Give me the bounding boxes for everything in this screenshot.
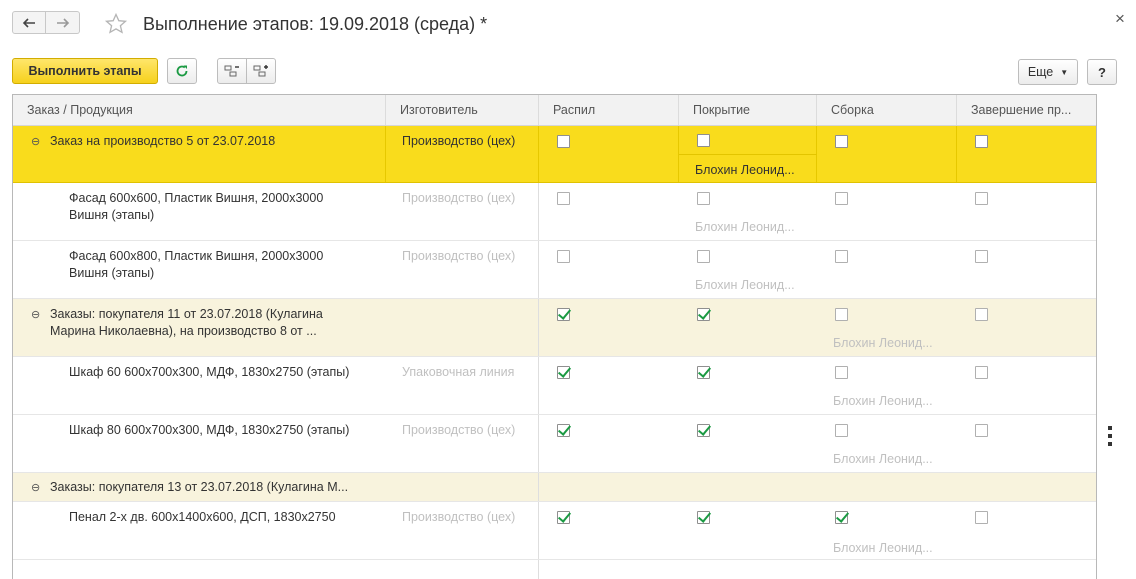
pokrytie-checkbox[interactable] bbox=[697, 250, 710, 263]
table-row[interactable]: Фасад 600х600, Пластик Вишня, 2000х3000 … bbox=[13, 183, 1096, 241]
pokrytie-checkbox[interactable] bbox=[697, 511, 710, 524]
raspil-checkbox[interactable] bbox=[557, 511, 570, 524]
product-cell: Шкаф 60 600х700х300, МДФ, 1830х2750 (эта… bbox=[69, 365, 350, 379]
raspil-checkbox[interactable] bbox=[557, 366, 570, 379]
maker-cell: Производство (цех) bbox=[402, 423, 516, 437]
star-icon bbox=[104, 12, 128, 34]
sborka-checkbox[interactable] bbox=[835, 250, 848, 263]
sborka-worker-text: Блохин Леонид... bbox=[833, 452, 933, 466]
run-stages-button[interactable]: Выполнить этапы bbox=[12, 58, 158, 84]
arrow-right-icon bbox=[56, 17, 69, 28]
arrow-left-icon bbox=[22, 17, 35, 28]
maker-cell: Производство (цех) bbox=[402, 510, 516, 524]
raspil-checkbox[interactable] bbox=[557, 308, 570, 321]
product-cell: Заказы: покупателя 13 от 23.07.2018 (Кул… bbox=[50, 480, 349, 494]
pokrytie-checkbox[interactable] bbox=[697, 134, 710, 147]
stages-table: Заказ / Продукция Изготовитель Распил По… bbox=[12, 94, 1097, 579]
column-header-maker[interactable]: Изготовитель bbox=[386, 95, 539, 125]
maker-cell: Производство (цех) bbox=[402, 249, 516, 263]
collapse-toggle-icon[interactable]: ⊖ bbox=[31, 309, 40, 321]
column-header-zavershenie[interactable]: Завершение пр... bbox=[957, 95, 1096, 125]
product-cell: Заказы: покупателя 11 от 23.07.2018 (Кул… bbox=[50, 307, 323, 338]
more-menu-button[interactable]: Еще ▼ bbox=[1018, 59, 1078, 85]
pokrytie-worker-text: Блохин Леонид... bbox=[695, 163, 795, 177]
table-row-selected[interactable]: ⊖ Заказ на производство 5 от 23.07.2018 … bbox=[13, 126, 1096, 183]
collapse-toggle-icon[interactable]: ⊖ bbox=[31, 136, 40, 148]
expand-all-button[interactable] bbox=[246, 58, 276, 84]
sborka-checkbox[interactable] bbox=[835, 366, 848, 379]
column-header-product[interactable]: Заказ / Продукция bbox=[13, 95, 386, 125]
table-row-group[interactable]: ⊖ Заказы: покупателя 13 от 23.07.2018 (К… bbox=[13, 473, 1096, 502]
table-header: Заказ / Продукция Изготовитель Распил По… bbox=[13, 95, 1096, 126]
table-row[interactable]: Шкаф 80 600х700х300, МДФ, 1830х2750 (эта… bbox=[13, 415, 1096, 473]
sborka-checkbox[interactable] bbox=[835, 308, 848, 321]
expand-tree-icon bbox=[253, 65, 268, 77]
maker-cell: Производство (цех) bbox=[402, 191, 516, 205]
sborka-worker-text: Блохин Леонид... bbox=[833, 541, 933, 555]
collapse-tree-icon bbox=[224, 65, 239, 77]
sborka-checkbox[interactable] bbox=[835, 424, 848, 437]
zavershenie-checkbox[interactable] bbox=[975, 424, 988, 437]
product-cell: Заказ на производство 5 от 23.07.2018 bbox=[50, 134, 276, 148]
sborka-worker-text: Блохин Леонид... bbox=[833, 394, 933, 408]
zavershenie-checkbox[interactable] bbox=[975, 511, 988, 524]
zavershenie-checkbox[interactable] bbox=[975, 192, 988, 205]
pokrytie-checkbox[interactable] bbox=[697, 308, 710, 321]
raspil-checkbox[interactable] bbox=[557, 192, 570, 205]
refresh-button[interactable] bbox=[167, 58, 197, 84]
pokrytie-worker-text: Блохин Леонид... bbox=[695, 278, 795, 292]
sborka-worker-text: Блохин Леонид... bbox=[833, 336, 933, 350]
raspil-checkbox[interactable] bbox=[557, 250, 570, 263]
back-button[interactable] bbox=[12, 11, 46, 34]
zavershenie-checkbox[interactable] bbox=[975, 308, 988, 321]
close-icon[interactable]: × bbox=[1110, 9, 1130, 29]
zavershenie-checkbox[interactable] bbox=[975, 250, 988, 263]
table-row[interactable]: Фасад 600х800, Пластик Вишня, 2000х3000 … bbox=[13, 241, 1096, 299]
column-header-pokrytie[interactable]: Покрытие bbox=[679, 95, 817, 125]
column-header-sborka[interactable]: Сборка bbox=[817, 95, 957, 125]
maker-cell: Упаковочная линия bbox=[402, 365, 515, 379]
resize-handle-icon[interactable] bbox=[1108, 426, 1114, 452]
window-title: Выполнение этапов: 19.09.2018 (среда) * bbox=[143, 14, 488, 34]
product-cell: Фасад 600х800, Пластик Вишня, 2000х3000 … bbox=[69, 249, 324, 280]
sborka-checkbox[interactable] bbox=[835, 511, 848, 524]
raspil-checkbox[interactable] bbox=[557, 424, 570, 437]
favorite-star-button[interactable] bbox=[104, 12, 128, 36]
sborka-checkbox[interactable] bbox=[835, 192, 848, 205]
collapse-toggle-icon[interactable]: ⊖ bbox=[31, 482, 40, 494]
table-row-group[interactable]: ⊖ Заказы: покупателя 11 от 23.07.2018 (К… bbox=[13, 299, 1096, 357]
raspil-checkbox[interactable] bbox=[557, 135, 570, 148]
help-button[interactable]: ? bbox=[1087, 59, 1117, 85]
column-header-raspil[interactable]: Распил bbox=[539, 95, 679, 125]
table-empty-area bbox=[13, 560, 1096, 579]
chevron-down-icon: ▼ bbox=[1060, 67, 1069, 77]
pokrytie-worker-text: Блохин Леонид... bbox=[695, 220, 795, 234]
product-cell: Фасад 600х600, Пластик Вишня, 2000х3000 … bbox=[69, 191, 324, 222]
table-row[interactable]: Шкаф 60 600х700х300, МДФ, 1830х2750 (эта… bbox=[13, 357, 1096, 415]
collapse-all-button[interactable] bbox=[217, 58, 247, 84]
pokrytie-checkbox[interactable] bbox=[697, 366, 710, 379]
zavershenie-checkbox[interactable] bbox=[975, 135, 988, 148]
zavershenie-checkbox[interactable] bbox=[975, 366, 988, 379]
product-cell: Шкаф 80 600х700х300, МДФ, 1830х2750 (эта… bbox=[69, 423, 350, 437]
refresh-icon bbox=[176, 65, 188, 77]
maker-cell: Производство (цех) bbox=[402, 134, 516, 148]
pokrytie-checkbox[interactable] bbox=[697, 192, 710, 205]
more-label: Еще bbox=[1027, 65, 1054, 79]
pokrytie-checkbox[interactable] bbox=[697, 424, 710, 437]
forward-button[interactable] bbox=[46, 11, 80, 34]
product-cell: Пенал 2-х дв. 600х1400х600, ДСП, 1830х27… bbox=[69, 510, 336, 524]
sborka-checkbox[interactable] bbox=[835, 135, 848, 148]
table-row[interactable]: Пенал 2-х дв. 600х1400х600, ДСП, 1830х27… bbox=[13, 502, 1096, 560]
